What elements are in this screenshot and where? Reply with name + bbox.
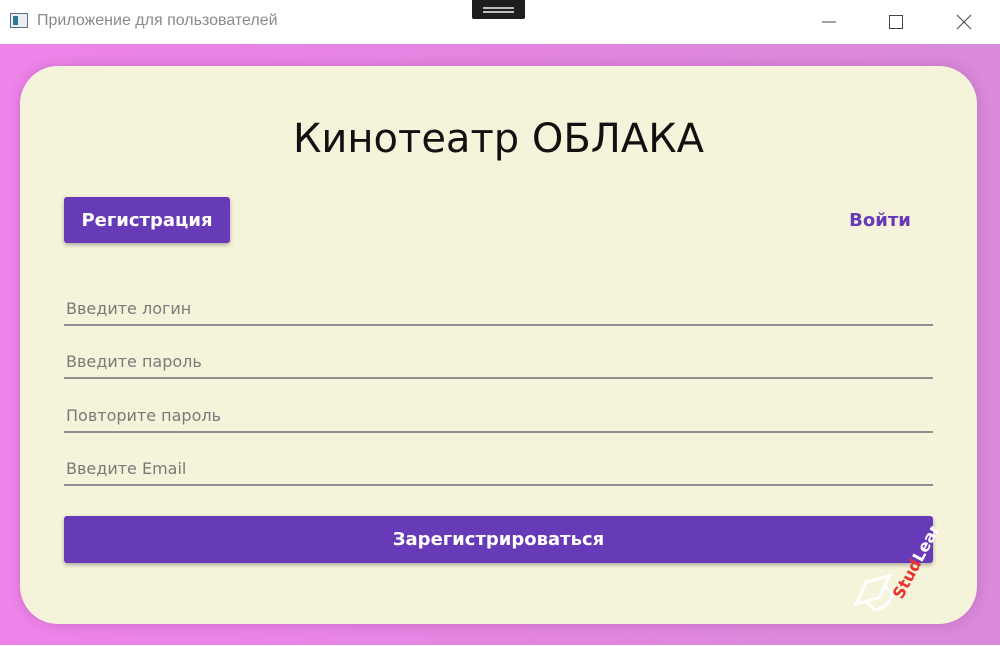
title-bar: Приложение для пользователей (0, 0, 1000, 44)
close-icon (956, 14, 972, 30)
minimize-button[interactable] (796, 0, 862, 44)
maximize-button[interactable] (863, 0, 929, 44)
maximize-icon (889, 15, 903, 29)
window-client-area: Кинотеатр ОБЛАКА Регистрация Войти Зарег… (0, 44, 1000, 645)
password-input[interactable] (64, 349, 933, 379)
snap-layout-handle[interactable] (472, 0, 525, 19)
app-window-icon (10, 13, 28, 28)
page-title: Кинотеатр ОБЛАКА (293, 116, 704, 162)
studlearn-watermark: Stud Learn (853, 526, 949, 612)
tab-register[interactable]: Регистрация (64, 197, 230, 243)
login-input[interactable] (64, 296, 933, 326)
close-button[interactable] (931, 0, 997, 44)
registration-card: Кинотеатр ОБЛАКА Регистрация Войти Зарег… (20, 66, 977, 624)
watermark-text-learn: Learn (908, 526, 949, 565)
minimize-icon (822, 21, 836, 23)
window-title: Приложение для пользователей (37, 12, 278, 29)
email-input[interactable] (64, 456, 933, 486)
register-submit-button[interactable]: Зарегистрироваться (64, 516, 933, 563)
tab-login[interactable]: Войти (820, 197, 940, 243)
repeat-password-input[interactable] (64, 403, 933, 433)
